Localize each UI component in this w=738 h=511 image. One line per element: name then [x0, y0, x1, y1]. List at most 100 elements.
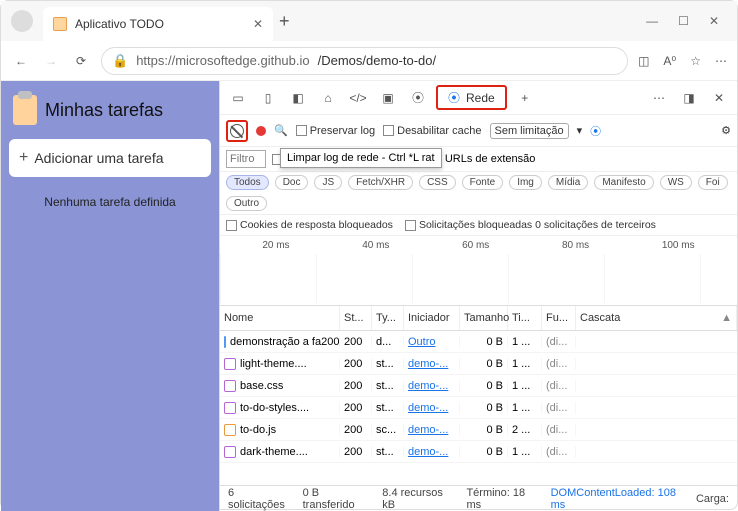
empty-state-label: Nenhuma tarefa definida [9, 177, 211, 227]
wifi-icon: ⦿ [448, 89, 460, 106]
plus-icon: + [19, 149, 28, 167]
more-tools-icon[interactable]: ⋯ [647, 86, 671, 110]
close-tab-icon[interactable]: ✕ [253, 17, 263, 31]
col-type[interactable]: Ty... [372, 306, 404, 330]
sources-tab-icon[interactable]: ⦿ [406, 86, 430, 110]
elements-tab-icon[interactable]: </> [346, 86, 370, 110]
status-finish: Término: 18 ms [466, 487, 536, 511]
add-task-button[interactable]: + Adicionar uma tarefa [9, 139, 211, 177]
browser-tab[interactable]: Aplicativo TODO ✕ [43, 7, 273, 41]
throttling-select[interactable]: Sem limitação [490, 123, 569, 139]
throttling-arrow-icon[interactable]: ▾ [577, 124, 583, 137]
request-row[interactable]: base.css200st...demo-...0 B1 ...(di... [220, 375, 737, 397]
request-table-body: demonstração a fa200/200d...Outro0 B1 ..… [220, 331, 737, 463]
timeline-tick: 60 ms [462, 240, 489, 251]
window-controls: — ☐ ✕ [628, 14, 737, 28]
col-time[interactable]: Ti... [508, 306, 542, 330]
network-tab-label: Rede [466, 91, 495, 105]
blocked-cookies-checkbox[interactable]: Cookies de resposta bloqueados [226, 219, 393, 231]
forward-icon: → [41, 54, 61, 68]
clear-icon [230, 124, 244, 138]
status-transferred: 0 B transferido [303, 487, 369, 511]
close-window-icon[interactable]: ✕ [709, 14, 719, 28]
timeline-overview[interactable]: 20 ms40 ms60 ms80 ms100 ms [220, 236, 737, 306]
filter-chip-ws[interactable]: WS [660, 175, 692, 190]
dock-side-icon[interactable]: ◨ [677, 86, 701, 110]
col-name[interactable]: Nome [220, 306, 340, 330]
filter-chip-img[interactable]: Img [509, 175, 542, 190]
lock-icon: 🔒 [112, 53, 128, 69]
tab-network[interactable]: ⦿ Rede [436, 85, 507, 110]
devtools-tab-strip: ▭ ▯ ◧ ⌂ </> ▣ ⦿ ⦿ Rede + ⋯ ◨ ✕ [220, 81, 737, 115]
filter-chip-todos[interactable]: Todos [226, 175, 269, 190]
timeline-tick: 80 ms [562, 240, 589, 251]
filter-chip-js[interactable]: JS [314, 175, 342, 190]
blocked-requests-checkbox[interactable]: Solicitações bloqueadas 0 solicitações d… [405, 219, 656, 231]
back-icon[interactable]: ← [11, 54, 31, 68]
filter-chip-foi[interactable]: Foi [698, 175, 728, 190]
filter-chip-outro[interactable]: Outro [226, 196, 267, 211]
col-initiator[interactable]: Iniciador [404, 306, 460, 330]
close-devtools-icon[interactable]: ✕ [707, 86, 731, 110]
reload-icon[interactable]: ⟳ [71, 54, 91, 68]
col-fulfilled[interactable]: Fu... [542, 306, 576, 330]
file-css-icon [224, 402, 236, 414]
clear-log-tooltip: Limpar log de rede - Ctrl *L rat [280, 148, 442, 168]
filter-input[interactable] [226, 150, 266, 168]
filter-chip-fetch/xhr[interactable]: Fetch/XHR [348, 175, 413, 190]
col-size[interactable]: Tamanho [460, 306, 508, 330]
todo-app-panel: Minhas tarefas + Adicionar uma tarefa Ne… [1, 81, 219, 511]
file-css-icon [224, 380, 236, 392]
clipboard-icon [13, 95, 37, 125]
status-load: Carga: [696, 493, 729, 505]
network-conditions-icon[interactable]: ⦿ [590, 123, 601, 139]
disable-cache-checkbox[interactable]: Desabilitar cache [383, 125, 481, 137]
clear-log-button[interactable] [226, 120, 248, 142]
col-waterfall[interactable]: Cascata ▲ [576, 306, 737, 330]
profile-avatar[interactable] [11, 10, 33, 32]
maximize-icon[interactable]: ☐ [678, 14, 689, 28]
preserve-log-checkbox[interactable]: Preservar log [296, 125, 375, 137]
type-filter-chips: Todos Doc JS Fetch/XHR CSS Fonte Img Mídia Manif… [220, 172, 737, 215]
url-path: /Demos/demo-to-do/ [318, 53, 437, 68]
status-requests: 6 solicitações [228, 487, 289, 511]
request-row[interactable]: to-do.js200sc...demo-...0 B2 ...(di... [220, 419, 737, 441]
minimize-icon[interactable]: — [646, 14, 658, 28]
timeline-tick: 100 ms [662, 240, 695, 251]
status-resources: 8.4 recursos kB [382, 487, 452, 511]
title-bar: Aplicativo TODO ✕ + — ☐ ✕ [1, 1, 737, 41]
timeline-tick: 20 ms [262, 240, 289, 251]
filter-chip-fonte[interactable]: Fonte [462, 175, 504, 190]
request-row[interactable]: dark-theme....200st...demo-...0 B1 ...(d… [220, 441, 737, 463]
filter-chip-mídia[interactable]: Mídia [548, 175, 588, 190]
welcome-tab-icon[interactable]: ⌂ [316, 86, 340, 110]
favorite-icon[interactable]: ☆ [690, 54, 701, 68]
record-button[interactable] [256, 126, 266, 136]
request-row[interactable]: to-do-styles....200st...demo-...0 B1 ...… [220, 397, 737, 419]
request-row[interactable]: light-theme....200st...demo-...0 B1 ...(… [220, 353, 737, 375]
url-host: https://microsoftedge.github.io [136, 53, 309, 68]
menu-icon[interactable]: ⋯ [715, 54, 727, 68]
console-tab-icon[interactable]: ▣ [376, 86, 400, 110]
request-row[interactable]: demonstração a fa200/200d...Outro0 B1 ..… [220, 331, 737, 353]
file-doc-icon [224, 336, 226, 348]
search-icon[interactable]: 🔍 [274, 124, 288, 137]
filter-chip-css[interactable]: CSS [419, 175, 456, 190]
settings-gear-icon[interactable]: ⚙ [721, 124, 731, 137]
url-input[interactable]: 🔒 https://microsoftedge.github.io/Demos/… [101, 47, 628, 75]
device-icon[interactable]: ▯ [256, 86, 280, 110]
network-toolbar: 🔍 Preservar log Desabilitar cache Sem li… [220, 115, 737, 147]
address-bar: ← → ⟳ 🔒 https://microsoftedge.github.io/… [1, 41, 737, 81]
inspect-icon[interactable]: ▭ [226, 86, 250, 110]
read-aloud-icon[interactable]: A⁰ [663, 54, 676, 68]
col-status[interactable]: St... [340, 306, 372, 330]
dock-icon[interactable]: ◧ [286, 86, 310, 110]
file-css-icon [224, 358, 236, 370]
more-tabs-icon[interactable]: + [513, 86, 537, 110]
filter-chip-manifesto[interactable]: Manifesto [594, 175, 653, 190]
tab-title: Aplicativo TODO [75, 17, 245, 31]
app-title: Minhas tarefas [45, 100, 163, 121]
new-tab-button[interactable]: + [279, 11, 290, 32]
filter-chip-doc[interactable]: Doc [275, 175, 309, 190]
tracking-icon[interactable]: ◫ [638, 54, 649, 68]
